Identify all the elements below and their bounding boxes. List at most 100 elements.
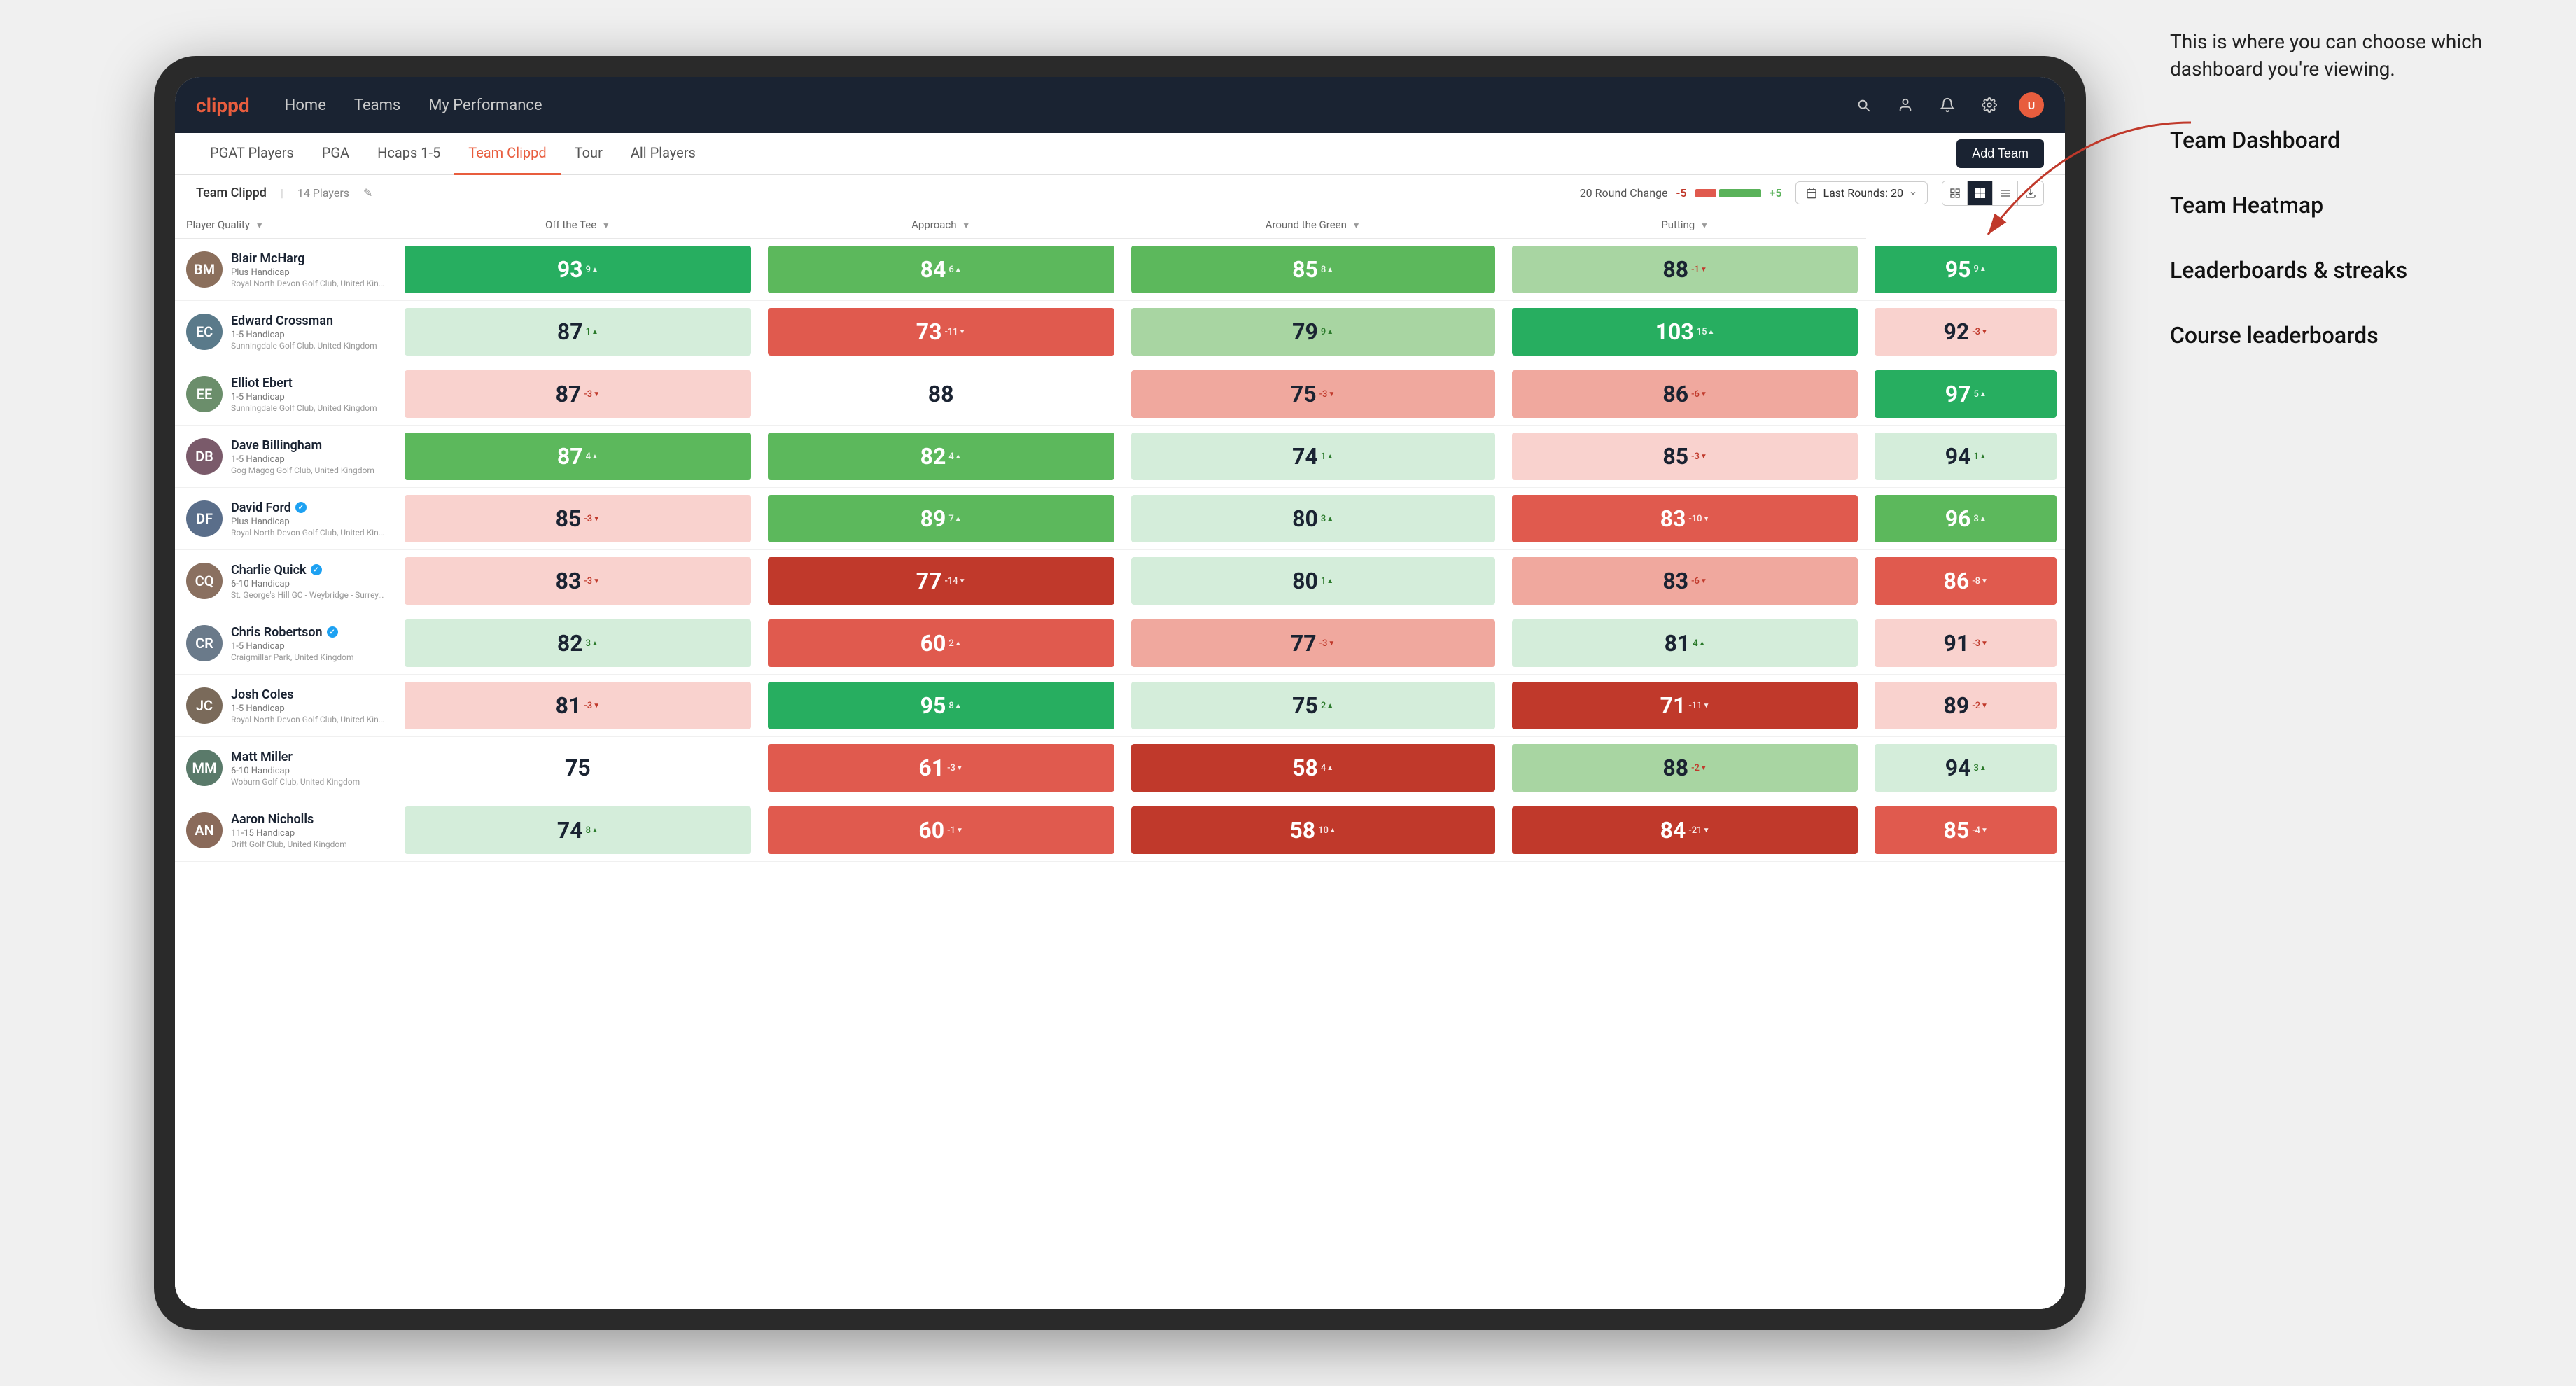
metric-cell[interactable]: 939▲ [396,239,760,301]
person-icon[interactable] [1893,92,1918,118]
table-row[interactable]: CRChris Robertson✓1-5 HandicapCraigmilla… [175,612,2065,675]
bell-icon[interactable] [1935,92,1960,118]
metric-cell[interactable]: 83-3▼ [396,550,760,612]
col-off-tee-header[interactable]: Off the Tee ▼ [396,211,760,239]
metric-cell[interactable]: 87-3▼ [396,363,760,426]
view-grid-btn[interactable] [1942,181,1968,205]
logo[interactable]: clippd [196,94,250,117]
player-cell: MMMatt Miller6-10 HandicapWoburn Golf Cl… [175,737,396,799]
metric-cell[interactable]: 584▲ [1123,737,1504,799]
tab-team-clippd[interactable]: Team Clippd [454,133,560,175]
table-row[interactable]: CQCharlie Quick✓6-10 HandicapSt. George'… [175,550,2065,612]
metric-cell[interactable]: 71-11▼ [1504,675,1867,737]
metric-cell[interactable]: 871▲ [396,301,760,363]
search-icon[interactable] [1851,92,1876,118]
metric-cell[interactable]: 75-3▼ [1123,363,1504,426]
metric-cell[interactable]: 61-3▼ [760,737,1123,799]
player-name[interactable]: Aaron Nicholls [231,812,385,827]
metric-cell[interactable]: 86-6▼ [1504,363,1867,426]
player-name[interactable]: Matt Miller [231,750,385,764]
col-putting-header[interactable]: Putting ▼ [1504,211,1867,239]
view-list-btn[interactable] [1993,181,2018,205]
metric-cell[interactable]: 88-2▼ [1504,737,1867,799]
tab-pga[interactable]: PGA [308,133,363,175]
metric-cell[interactable]: 824▲ [760,426,1123,488]
tab-tour[interactable]: Tour [561,133,617,175]
col-around-green-header[interactable]: Around the Green ▼ [1123,211,1504,239]
metric-cell[interactable]: 897▲ [760,488,1123,550]
table-row[interactable]: EEElliot Ebert1-5 HandicapSunningdale Go… [175,363,2065,426]
metric-cell[interactable]: 752▲ [1123,675,1504,737]
metric-cell[interactable]: 75 [396,737,760,799]
player-name[interactable]: Chris Robertson✓ [231,625,385,640]
player-name[interactable]: Josh Coles [231,687,385,702]
edit-icon[interactable]: ✎ [363,186,372,200]
metric-cell[interactable]: 73-11▼ [760,301,1123,363]
player-name[interactable]: Dave Billingham [231,438,385,453]
metric-cell[interactable]: 748▲ [396,799,760,862]
player-name[interactable]: Charlie Quick✓ [231,563,385,578]
metric-cell[interactable]: 89-2▼ [1866,675,2065,737]
metric-cell[interactable]: 814▲ [1504,612,1867,675]
settings-icon[interactable] [1977,92,2002,118]
metric-cell[interactable]: 85-4▼ [1866,799,2065,862]
metric-cell[interactable]: 83-10▼ [1504,488,1867,550]
metric-box: 871▲ [405,308,751,356]
metric-cell[interactable]: 963▲ [1866,488,2065,550]
metric-cell[interactable]: 88-1▼ [1504,239,1867,301]
metric-cell[interactable]: 799▲ [1123,301,1504,363]
col-player-header[interactable]: Player Quality ▼ [175,211,396,239]
view-export-btn[interactable] [2018,181,2043,205]
metric-cell[interactable]: 77-3▼ [1123,612,1504,675]
table-row[interactable]: MMMatt Miller6-10 HandicapWoburn Golf Cl… [175,737,2065,799]
table-row[interactable]: ECEdward Crossman1-5 HandicapSunningdale… [175,301,2065,363]
metric-cell[interactable]: 801▲ [1123,550,1504,612]
metric-cell[interactable]: 858▲ [1123,239,1504,301]
metric-cell[interactable]: 10315▲ [1504,301,1867,363]
table-row[interactable]: DBDave Billingham1-5 HandicapGog Magog G… [175,426,2065,488]
table-row[interactable]: DFDavid Ford✓Plus HandicapRoyal North De… [175,488,2065,550]
player-name[interactable]: Elliot Ebert [231,376,385,391]
metric-cell[interactable]: 959▲ [1866,239,2065,301]
metric-cell[interactable]: 84-21▼ [1504,799,1867,862]
metric-cell[interactable]: 846▲ [760,239,1123,301]
metric-cell[interactable]: 943▲ [1866,737,2065,799]
metric-cell[interactable]: 83-6▼ [1504,550,1867,612]
nav-teams[interactable]: Teams [354,94,400,117]
metric-cell[interactable]: 86-8▼ [1866,550,2065,612]
metric-cell[interactable]: 88 [760,363,1123,426]
player-name[interactable]: Blair McHarg [231,251,385,266]
table-row[interactable]: BMBlair McHargPlus HandicapRoyal North D… [175,239,2065,301]
last-rounds-button[interactable]: Last Rounds: 20 [1795,181,1928,204]
metric-cell[interactable]: 803▲ [1123,488,1504,550]
nav-my-performance[interactable]: My Performance [428,94,542,117]
metric-cell[interactable]: 5810▲ [1123,799,1504,862]
nav-home[interactable]: Home [285,94,326,117]
view-heatmap-btn[interactable] [1968,181,1993,205]
avatar[interactable]: U [2019,92,2044,118]
tab-hcaps[interactable]: Hcaps 1-5 [363,133,454,175]
metric-cell[interactable]: 958▲ [760,675,1123,737]
metric-cell[interactable]: 741▲ [1123,426,1504,488]
metric-cell[interactable]: 874▲ [396,426,760,488]
metric-cell[interactable]: 77-14▼ [760,550,1123,612]
metric-cell[interactable]: 60-1▼ [760,799,1123,862]
table-row[interactable]: JCJosh Coles1-5 HandicapRoyal North Devo… [175,675,2065,737]
metric-cell[interactable]: 85-3▼ [1504,426,1867,488]
metric-cell[interactable]: 81-3▼ [396,675,760,737]
player-name[interactable]: David Ford✓ [231,500,385,515]
col-approach-header[interactable]: Approach ▼ [760,211,1123,239]
tab-all-players[interactable]: All Players [617,133,710,175]
player-name[interactable]: Edward Crossman [231,314,385,328]
metric-cell[interactable]: 85-3▼ [396,488,760,550]
metric-change: -3▼ [1972,327,1988,337]
add-team-button[interactable]: Add Team [1956,139,2044,168]
metric-cell[interactable]: 91-3▼ [1866,612,2065,675]
metric-cell[interactable]: 941▲ [1866,426,2065,488]
metric-cell[interactable]: 602▲ [760,612,1123,675]
metric-cell[interactable]: 975▲ [1866,363,2065,426]
tab-pgat-players[interactable]: PGAT Players [196,133,308,175]
table-row[interactable]: ANAaron Nicholls11-15 HandicapDrift Golf… [175,799,2065,862]
metric-cell[interactable]: 92-3▼ [1866,301,2065,363]
metric-cell[interactable]: 823▲ [396,612,760,675]
